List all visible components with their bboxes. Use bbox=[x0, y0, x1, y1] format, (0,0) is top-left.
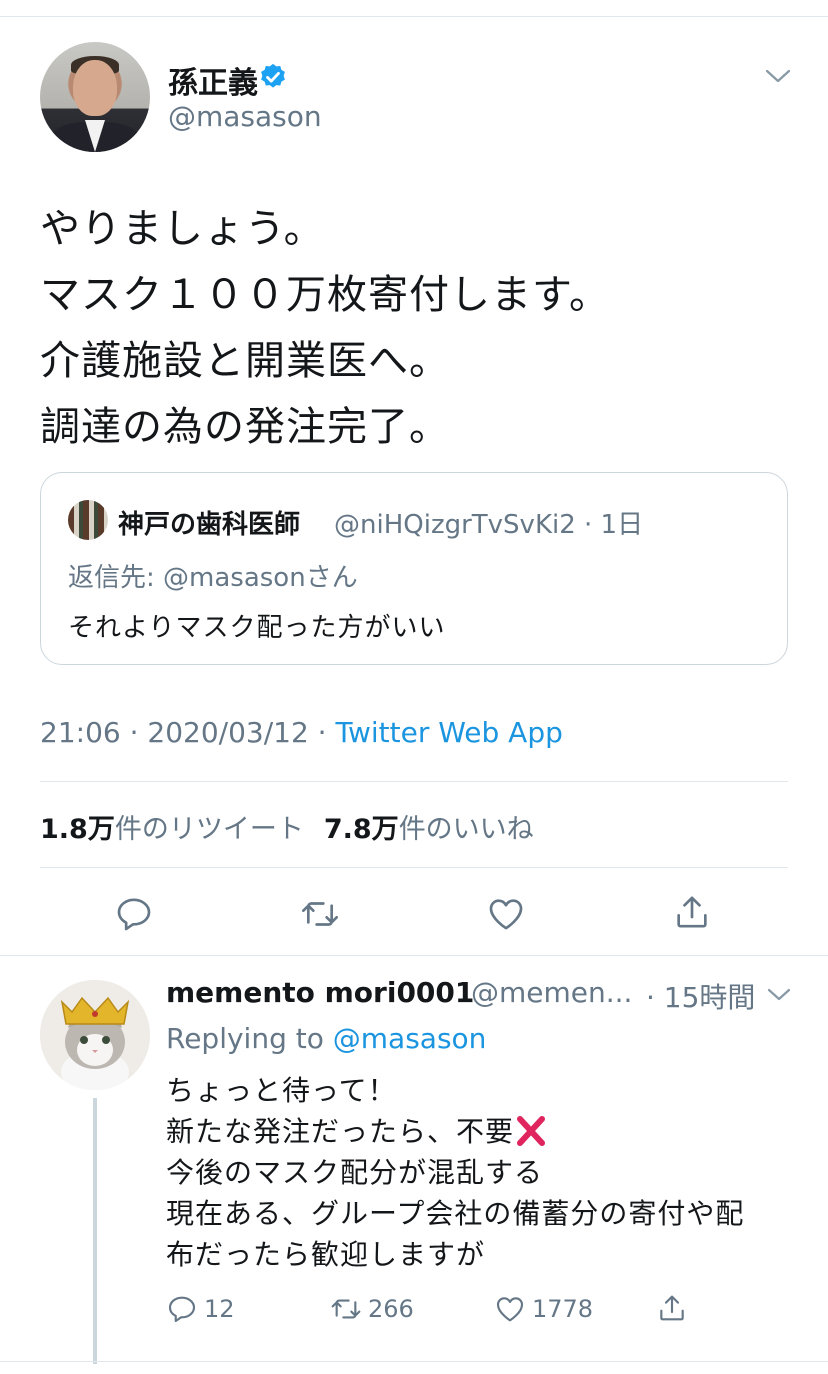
like-count: 1778 bbox=[532, 1295, 594, 1323]
retweet-count: 1.8万 bbox=[40, 814, 115, 845]
share-icon[interactable] bbox=[672, 892, 712, 932]
reply-line: 布だったら歓迎しますが bbox=[166, 1238, 486, 1271]
author-avatar[interactable] bbox=[40, 42, 150, 152]
replying-handle-link[interactable]: @masason bbox=[333, 1022, 487, 1055]
divider bbox=[40, 867, 788, 868]
tweet-text: やりましょう。 マスク１００万枚寄付します。 介護施設と開業医へ。 調達の為の発… bbox=[40, 206, 610, 450]
reply-author-avatar[interactable] bbox=[40, 980, 150, 1090]
quoted-reply-to: 返信先: @masasonさん bbox=[68, 563, 358, 593]
reply-author-handle[interactable]: @memen... bbox=[471, 976, 632, 1009]
thread-line bbox=[93, 1098, 97, 1364]
quoted-author-avatar bbox=[68, 500, 108, 540]
like-count: 7.8万 bbox=[323, 814, 399, 845]
quoted-author-name: 神戸の歯科医師 bbox=[118, 510, 301, 540]
quoted-author-handle-time: @niHQizgrTvSvKi2 · 1日 bbox=[334, 510, 644, 540]
like-icon bbox=[496, 1297, 524, 1322]
retweet-label: 件のリツイート bbox=[114, 814, 304, 845]
cross-mark-icon bbox=[517, 1116, 546, 1146]
replying-to: Replying to @masason bbox=[166, 1022, 486, 1055]
reply-count: 12 bbox=[204, 1295, 235, 1323]
reply-line: 新たな発注だったら、不要 bbox=[166, 1111, 786, 1152]
retweet-count: 266 bbox=[368, 1295, 414, 1323]
chevron-down-icon[interactable] bbox=[766, 986, 792, 1004]
section-divider bbox=[0, 955, 828, 956]
reply-author-name[interactable]: memento mori0001 bbox=[166, 976, 474, 1009]
top-divider bbox=[0, 16, 828, 17]
chevron-down-icon[interactable] bbox=[764, 66, 792, 86]
reply-line: 今後のマスク配分が混乱する bbox=[166, 1156, 544, 1189]
retweet-icon bbox=[331, 1299, 361, 1319]
reply-line: 現在ある、グループ会社の備蓄分の寄付や配 bbox=[166, 1197, 745, 1230]
like-label: 件のいいね bbox=[398, 814, 534, 845]
reply-text: ちょっと待って！ 新たな発注だったら、不要 今後のマスク配分が混乱する 現在ある… bbox=[166, 1070, 786, 1275]
bottom-divider bbox=[0, 1361, 828, 1362]
author-name[interactable]: 孫正義 bbox=[168, 58, 258, 102]
likes-stat[interactable]: 7.8万件のいいね bbox=[324, 814, 534, 845]
retweet-icon[interactable] bbox=[300, 894, 340, 934]
quoted-tweet-text: それよりマスク配った方がいい bbox=[68, 613, 446, 643]
cat-with-crown-icon bbox=[40, 980, 150, 1090]
author-handle[interactable]: @masason bbox=[168, 100, 322, 133]
reply-time: · 15時間 bbox=[646, 981, 756, 1014]
tweet-meta: 21:06 · 2020/03/12 · Twitter Web App bbox=[40, 716, 563, 749]
tweet-source-link[interactable]: Twitter Web App bbox=[335, 716, 562, 749]
verified-badge-icon bbox=[261, 63, 285, 88]
reply-line: ちょっと待って！ bbox=[166, 1074, 397, 1107]
retweets-stat[interactable]: 1.8万件のリツイート bbox=[40, 814, 304, 845]
reply-share-button[interactable] bbox=[656, 1292, 688, 1324]
reply-retweet-button[interactable]: 266 bbox=[330, 1293, 414, 1325]
tweet-stats: 1.8万件のリツイート 7.8万件のいいね bbox=[40, 807, 534, 846]
reply-like-button[interactable]: 1778 bbox=[494, 1293, 593, 1325]
reply-icon bbox=[168, 1296, 196, 1323]
share-icon bbox=[660, 1295, 684, 1321]
tweet-timestamp: 21:06 · 2020/03/12 · bbox=[40, 716, 336, 749]
like-icon[interactable] bbox=[486, 894, 526, 934]
divider bbox=[40, 781, 788, 782]
reply-icon[interactable] bbox=[114, 894, 154, 934]
reply-reply-button[interactable]: 12 bbox=[166, 1293, 235, 1325]
replying-prefix: Replying to bbox=[166, 1022, 333, 1055]
